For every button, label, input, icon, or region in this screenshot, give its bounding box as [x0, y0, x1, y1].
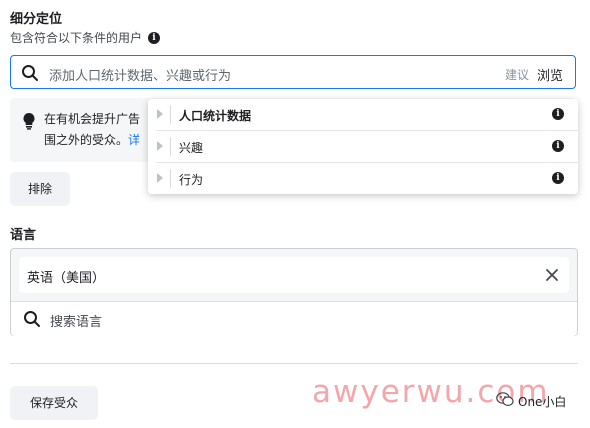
section-divider	[10, 363, 578, 364]
subtitle-text: 包含符合以下条件的用户	[10, 31, 143, 45]
dropdown-item-interests[interactable]: 兴趣 i	[148, 131, 578, 162]
language-title: 语言	[10, 228, 37, 243]
search-placeholder: 添加人口统计数据、兴趣或行为	[49, 69, 232, 84]
tip-text-line2: 围之外的受众。详	[44, 131, 140, 148]
divider	[170, 105, 171, 124]
wechat-account-label: One小白	[496, 392, 566, 410]
tip-text-line1: 在有机会提升广告	[44, 112, 141, 126]
exclude-button[interactable]: 排除	[10, 172, 70, 206]
caret-right-icon[interactable]	[157, 173, 163, 183]
dropdown-item-label: 兴趣	[179, 141, 204, 155]
tip-details-link[interactable]: 详	[128, 133, 140, 147]
language-search-input[interactable]: 搜索语言	[11, 301, 577, 336]
caret-right-icon[interactable]	[157, 141, 163, 151]
info-icon[interactable]: i	[552, 140, 564, 152]
language-search-placeholder: 搜索语言	[50, 315, 103, 330]
lightbulb-icon	[22, 112, 36, 134]
language-selector: 英语（美国） 搜索语言	[10, 248, 578, 336]
save-audience-button[interactable]: 保存受众	[10, 386, 98, 420]
detailed-targeting-title: 细分定位	[10, 12, 63, 27]
selected-language: 英语（美国）	[27, 271, 106, 286]
info-icon[interactable]: i	[552, 108, 564, 120]
search-icon	[23, 310, 41, 332]
divider	[170, 137, 171, 156]
dropdown-item-label: 人口统计数据	[179, 109, 252, 123]
targeting-browse-dropdown: 人口统计数据 i 兴趣 i 行为 i	[148, 99, 578, 194]
wechat-icon	[496, 392, 514, 410]
selected-language-chip: 英语（美国）	[19, 257, 569, 293]
browse-link[interactable]: 浏览	[537, 65, 563, 84]
info-icon[interactable]: i	[148, 31, 161, 44]
suggestions-link[interactable]: 建议	[505, 66, 529, 83]
divider	[170, 169, 171, 188]
close-icon[interactable]	[545, 267, 559, 286]
dropdown-item-label: 行为	[179, 173, 204, 187]
targeting-search-input[interactable]: 添加人口统计数据、兴趣或行为 建议 浏览	[10, 55, 576, 89]
search-icon	[21, 64, 39, 86]
tip-text-line2-body: 围之外的受众。	[44, 133, 129, 147]
wechat-account-name: One小白	[518, 394, 567, 409]
info-icon[interactable]: i	[552, 172, 564, 184]
dropdown-item-behaviors[interactable]: 行为 i	[148, 163, 578, 194]
dropdown-item-demographics[interactable]: 人口统计数据 i	[148, 99, 578, 130]
detailed-targeting-subtitle: 包含符合以下条件的用户 i	[10, 29, 161, 46]
caret-right-icon[interactable]	[157, 109, 163, 119]
